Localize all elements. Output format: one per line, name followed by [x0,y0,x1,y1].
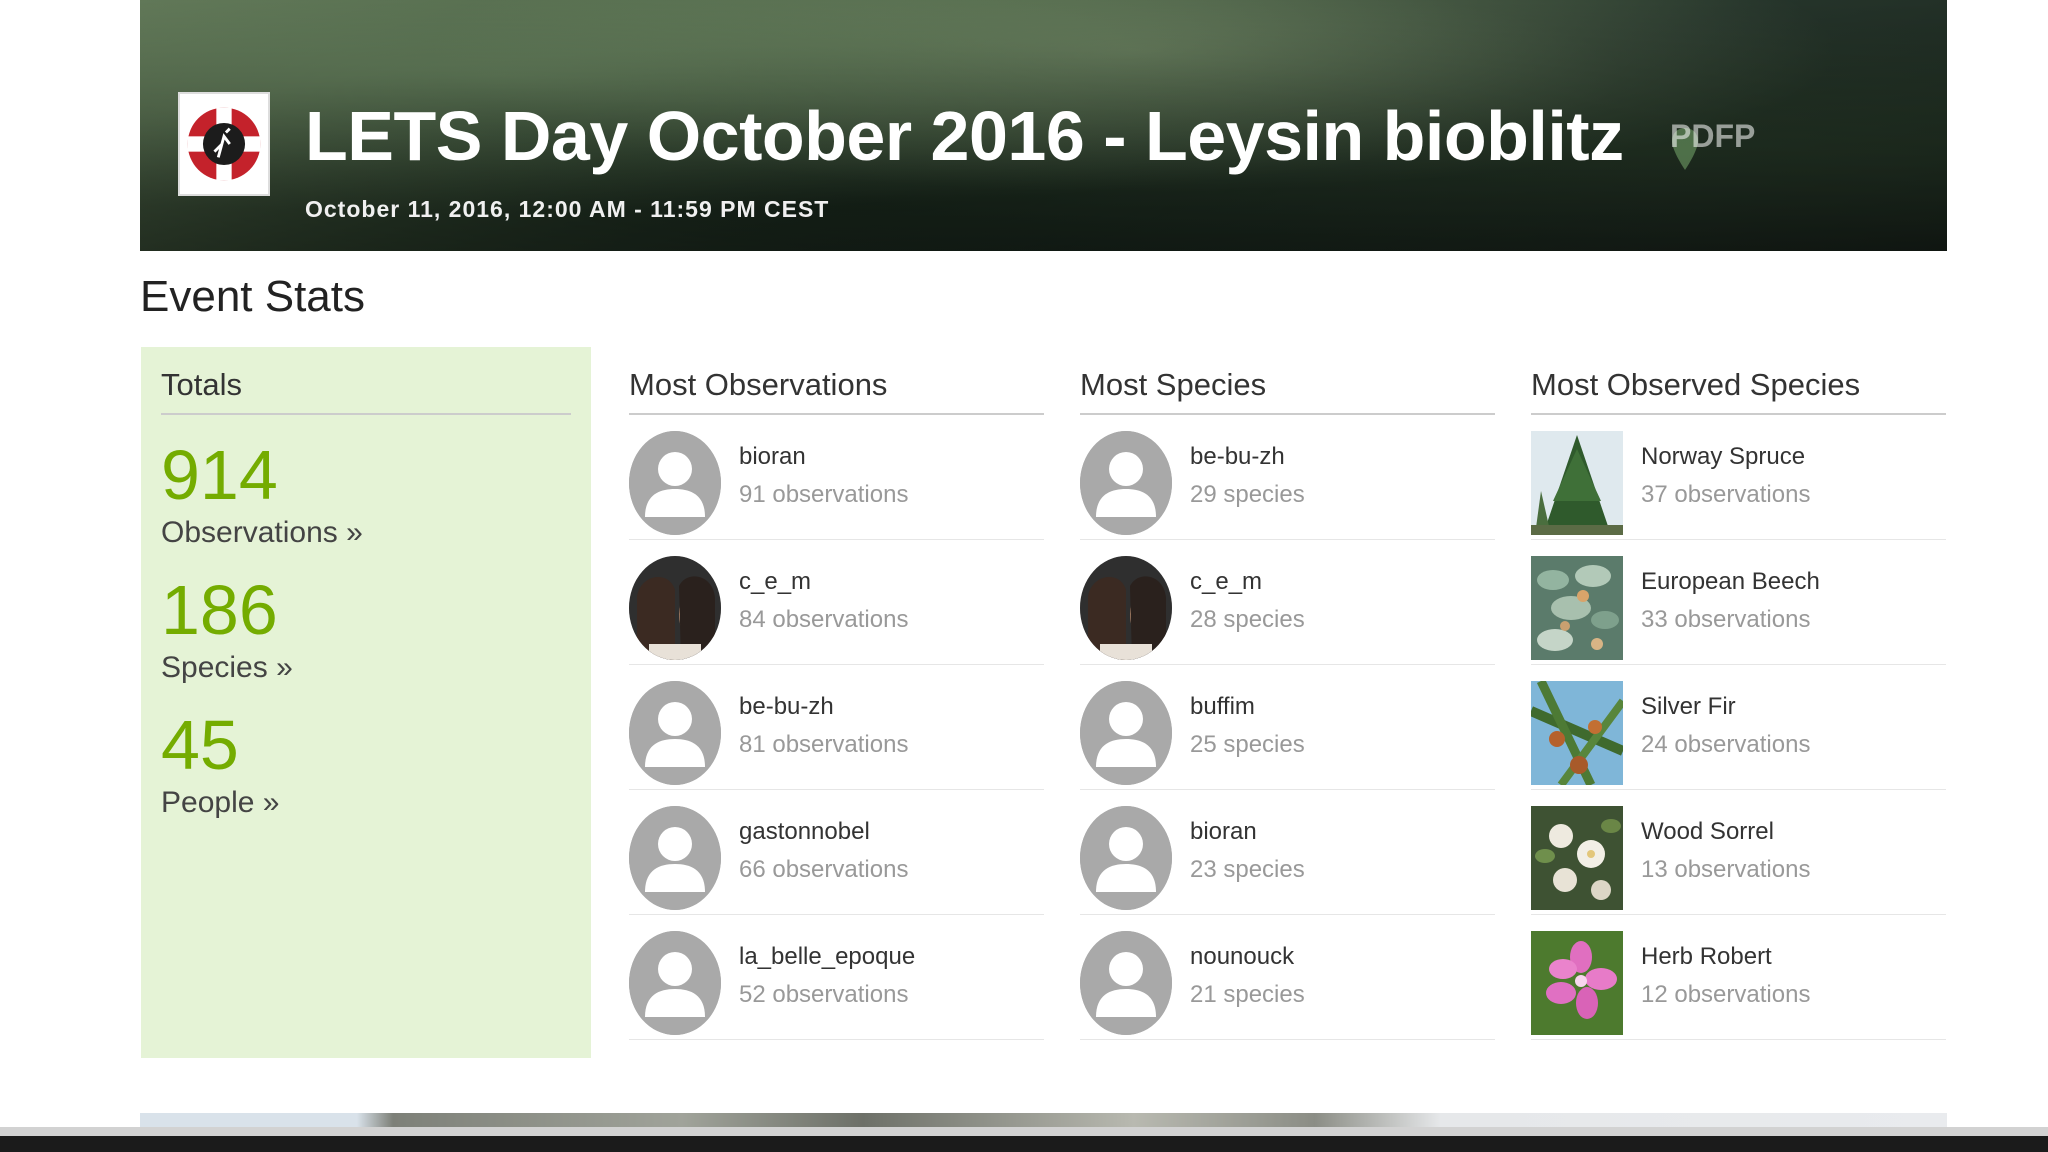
user-name[interactable]: la_belle_epoque [739,943,915,971]
most-observed-species-column: Most Observed Species Norway Spruce 37 o… [1531,367,1946,1040]
observation-count: 24 observations [1641,731,1811,758]
user-name[interactable]: c_e_m [739,568,811,596]
default-avatar-icon[interactable] [1080,681,1172,785]
default-avatar-icon[interactable] [629,806,721,910]
species-count: 29 species [1190,481,1305,508]
list-item[interactable]: c_e_m 84 observations [629,540,1044,665]
stat-people: 45 People » [161,707,571,820]
silver-fir-photo[interactable] [1531,681,1623,785]
people-link[interactable]: People » [161,786,571,820]
default-avatar-icon[interactable] [629,931,721,1035]
list-item[interactable]: bioran 91 observations [629,415,1044,540]
most-observed-species-heading: Most Observed Species [1531,367,1946,415]
page-divider [0,1127,2048,1136]
species-count: 21 species [1190,981,1305,1008]
window-bottom-bar [0,1136,2048,1152]
wood-sorrel-photo[interactable] [1531,806,1623,910]
list-item[interactable]: buffim 25 species [1080,665,1495,790]
event-date: October 11, 2016, 12:00 AM - 11:59 PM CE… [305,196,830,222]
partner-logo: PDFP [1670,118,1756,154]
default-avatar-icon[interactable] [1080,931,1172,1035]
list-item[interactable]: European Beech 33 observations [1531,540,1946,665]
herb-robert-photo[interactable] [1531,931,1623,1035]
most-species-column: Most Species be-bu-zh 29 species c_e_m 2… [1080,367,1495,1040]
section-title: Event Stats [140,272,366,321]
event-logo[interactable] [178,92,270,196]
user-name[interactable]: be-bu-zh [1190,443,1285,471]
observation-count: 37 observations [1641,481,1811,508]
most-species-heading: Most Species [1080,367,1495,415]
species-count: 23 species [1190,856,1305,883]
list-item[interactable]: Silver Fir 24 observations [1531,665,1946,790]
observation-count: 12 observations [1641,981,1811,1008]
list-item[interactable]: be-bu-zh 81 observations [629,665,1044,790]
user-name[interactable]: be-bu-zh [739,693,834,721]
list-item[interactable]: Herb Robert 12 observations [1531,915,1946,1040]
species-name[interactable]: Silver Fir [1641,693,1736,721]
species-name[interactable]: Norway Spruce [1641,443,1805,471]
totals-heading: Totals [161,367,571,415]
list-item[interactable]: Norway Spruce 37 observations [1531,415,1946,540]
observation-count: 13 observations [1641,856,1811,883]
european-beech-photo[interactable] [1531,556,1623,660]
user-name[interactable]: c_e_m [1190,568,1262,596]
user-photo-avatar[interactable] [1080,556,1172,660]
stat-value: 186 [161,571,278,649]
observation-count: 66 observations [739,856,909,883]
list-item[interactable]: Wood Sorrel 13 observations [1531,790,1946,915]
default-avatar-icon[interactable] [1080,806,1172,910]
observation-count: 81 observations [739,731,909,758]
user-name[interactable]: gastonnobel [739,818,870,846]
list-item[interactable]: c_e_m 28 species [1080,540,1495,665]
default-avatar-icon[interactable] [629,431,721,535]
list-item[interactable]: bioran 23 species [1080,790,1495,915]
species-count: 25 species [1190,731,1305,758]
default-avatar-icon[interactable] [1080,431,1172,535]
map-preview[interactable] [140,1113,1947,1127]
user-name[interactable]: bioran [1190,818,1257,846]
stat-value: 914 [161,436,278,514]
stat-value: 45 [161,706,239,784]
species-name[interactable]: Herb Robert [1641,943,1772,971]
species-name[interactable]: European Beech [1641,568,1820,596]
species-count: 28 species [1190,606,1305,633]
observation-count: 52 observations [739,981,909,1008]
user-name[interactable]: nounouck [1190,943,1294,971]
default-avatar-icon[interactable] [629,681,721,785]
user-name[interactable]: bioran [739,443,806,471]
most-observations-heading: Most Observations [629,367,1044,415]
list-item[interactable]: nounouck 21 species [1080,915,1495,1040]
list-item[interactable]: be-bu-zh 29 species [1080,415,1495,540]
norway-spruce-photo[interactable] [1531,431,1623,535]
most-observations-column: Most Observations bioran 91 observations… [629,367,1044,1040]
species-name[interactable]: Wood Sorrel [1641,818,1774,846]
user-photo-avatar[interactable] [629,556,721,660]
list-item[interactable]: gastonnobel 66 observations [629,790,1044,915]
species-link[interactable]: Species » [161,651,571,685]
observations-link[interactable]: Observations » [161,516,571,550]
stat-species: 186 Species » [161,572,571,685]
observation-count: 91 observations [739,481,909,508]
event-banner: LETS Day October 2016 - Leysin bioblitz … [140,0,1947,251]
totals-panel: Totals 914 Observations » 186 Species » … [141,347,591,1058]
observation-count: 33 observations [1641,606,1811,633]
stat-observations: 914 Observations » [161,437,571,550]
event-title: LETS Day October 2016 - Leysin bioblitz [305,97,1624,175]
observation-count: 84 observations [739,606,909,633]
list-item[interactable]: la_belle_epoque 52 observations [629,915,1044,1040]
user-name[interactable]: buffim [1190,693,1255,721]
